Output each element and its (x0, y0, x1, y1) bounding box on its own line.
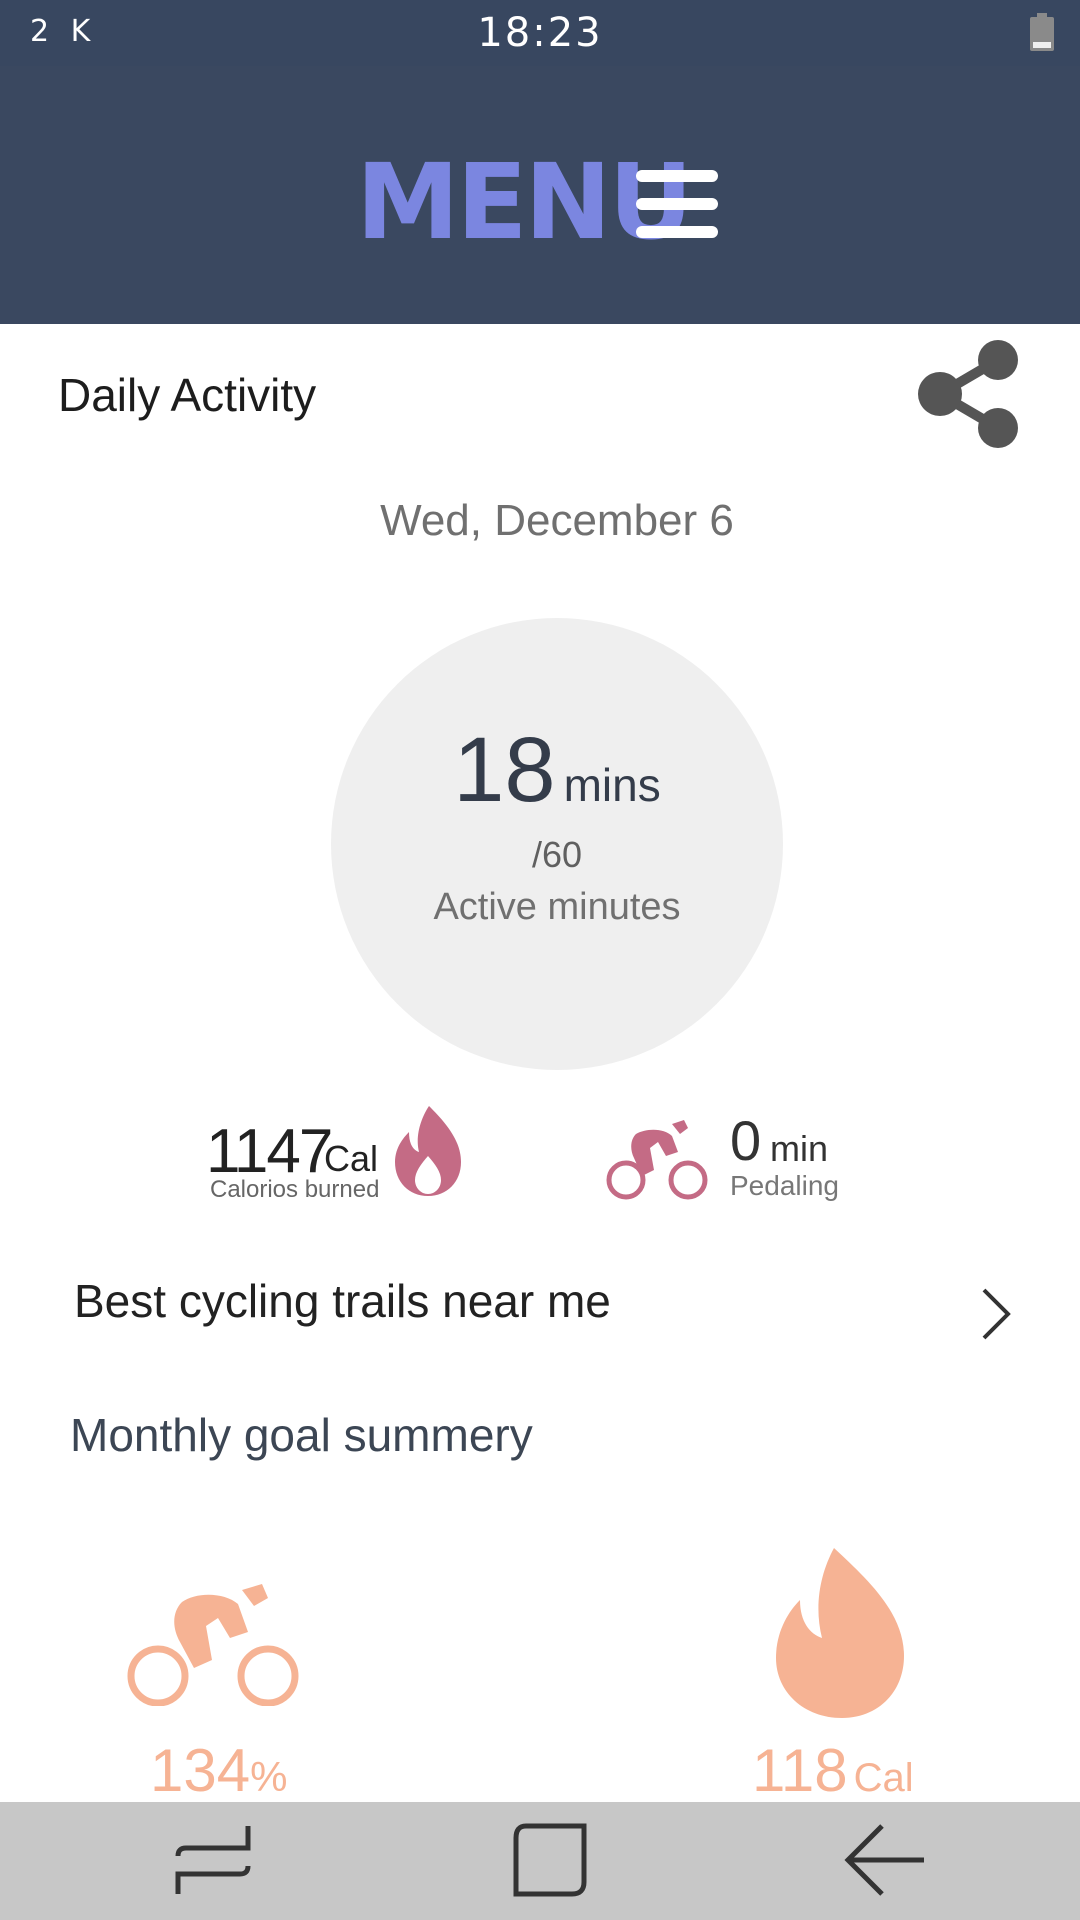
recent-apps-icon[interactable] (166, 1820, 256, 1902)
home-icon[interactable] (504, 1820, 594, 1902)
active-minutes-ring: 18 mins /60 Active minutes (331, 618, 783, 1070)
monthly-calories: 118 Cal (752, 1736, 914, 1805)
clock: 18:23 (477, 10, 603, 56)
pedaling-value: 0 (730, 1109, 762, 1172)
bicycle-icon (127, 1584, 299, 1706)
trails-link[interactable]: Best cycling trails near me (40, 1238, 1040, 1358)
pedaling-label: Pedaling (730, 1170, 839, 1201)
monthly-calories-unit: Cal (853, 1756, 914, 1800)
status-bar: 2 K 18:23 (0, 0, 1080, 66)
flame-icon (776, 1548, 904, 1718)
system-nav-bar (0, 1802, 1080, 1920)
hamburger-menu-icon[interactable] (636, 170, 718, 238)
chevron-right-icon (982, 1288, 1011, 1340)
monthly-calories-value: 118 (752, 1737, 848, 1804)
active-minutes-value: 18 (453, 719, 556, 821)
trails-link-label: Best cycling trails near me (74, 1275, 611, 1327)
share-icon[interactable] (912, 338, 1022, 450)
monthly-goal-title: Monthly goal summery (70, 1409, 533, 1461)
calories-label: Calorios burned (210, 1176, 380, 1203)
activity-date: Wed, December 6 (380, 496, 734, 545)
flame-icon (395, 1106, 461, 1196)
pedaling-unit: min (770, 1128, 829, 1169)
calories-unit: Cal (324, 1138, 379, 1179)
monthly-percent-unit: % (250, 1753, 288, 1800)
active-minutes-unit: mins (563, 759, 661, 811)
app-header: MENU (0, 66, 1080, 324)
monthly-percent: 134% (150, 1736, 287, 1805)
bicycle-icon (606, 1120, 708, 1200)
battery-icon (1030, 13, 1054, 51)
active-minutes-label: Active minutes (433, 886, 681, 928)
active-minutes-target: /60 (531, 834, 583, 875)
back-arrow-icon[interactable] (840, 1820, 930, 1902)
monthly-percent-value: 134 (150, 1737, 251, 1804)
daily-activity-title: Daily Activity (58, 369, 317, 421)
